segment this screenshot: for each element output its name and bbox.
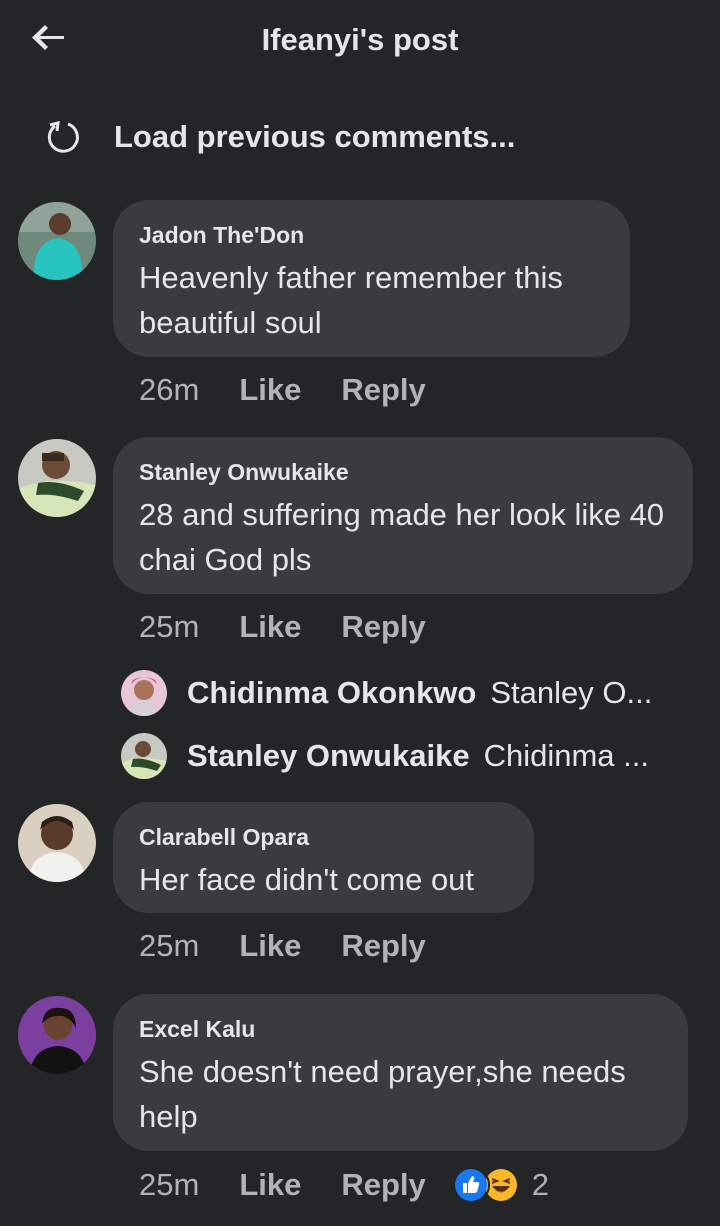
like-button[interactable]: Like	[239, 928, 301, 964]
reply-button[interactable]: Reply	[341, 1167, 425, 1203]
comment-author[interactable]: Excel Kalu	[139, 1016, 662, 1043]
comment-text: 28 and suffering made her look like 40 c…	[139, 497, 665, 577]
avatar[interactable]	[18, 996, 96, 1074]
comment-bubble[interactable]: Excel Kalu She doesn't need prayer,she n…	[113, 994, 688, 1151]
like-button[interactable]: Like	[239, 372, 301, 408]
reply-button[interactable]: Reply	[341, 372, 425, 408]
avatar[interactable]	[18, 804, 96, 882]
reactions-summary[interactable]: 2	[451, 1166, 550, 1204]
reply-button[interactable]: Reply	[341, 928, 425, 964]
reply-author: Chidinma Okonkwo	[187, 675, 477, 710]
reply-author: Stanley Onwukaike	[187, 738, 470, 773]
load-previous-comments-button[interactable]: Load previous comments...	[44, 112, 515, 162]
reply-preview-text: Chidinma ...	[483, 738, 649, 773]
comment-text: Heavenly father remember this beautiful …	[139, 260, 563, 340]
comment-time: 25m	[139, 609, 200, 644]
comment-bubble[interactable]: Clarabell Opara Her face didn't come out	[113, 802, 534, 913]
header-bar: Ifeanyi's post	[0, 0, 720, 84]
reply-preview-text: Stanley O...	[490, 675, 653, 710]
load-previous-label: Load previous comments...	[114, 119, 516, 154]
avatar	[121, 733, 167, 779]
reply-preview-row[interactable]: Stanley Onwukaike Chidinma ...	[121, 732, 681, 780]
comment-time: 26m	[139, 372, 200, 407]
like-reaction-icon	[451, 1166, 490, 1204]
comment-author[interactable]: Clarabell Opara	[139, 824, 508, 851]
comment-time: 25m	[139, 1167, 200, 1202]
avatar	[121, 670, 167, 716]
avatar[interactable]	[18, 202, 96, 280]
comment-bubble[interactable]: Stanley Onwukaike 28 and suffering made …	[113, 437, 693, 594]
comment-text: Her face didn't come out	[139, 862, 475, 897]
comment-bubble[interactable]: Jadon The'Don Heavenly father remember t…	[113, 200, 630, 357]
reply-preview-row[interactable]: Chidinma Okonkwo Stanley O...	[121, 669, 681, 717]
like-button[interactable]: Like	[239, 1167, 301, 1203]
reaction-count: 2	[531, 1167, 550, 1202]
comment-time: 25m	[139, 928, 200, 963]
page-title: Ifeanyi's post	[261, 22, 459, 57]
reply-button[interactable]: Reply	[341, 609, 425, 645]
comment-text: She doesn't need prayer,she needs help	[139, 1054, 626, 1134]
avatar[interactable]	[18, 439, 96, 517]
refresh-icon	[47, 121, 79, 153]
like-button[interactable]: Like	[239, 609, 301, 645]
comment-author[interactable]: Jadon The'Don	[139, 222, 604, 249]
comment-author[interactable]: Stanley Onwukaike	[139, 459, 667, 486]
